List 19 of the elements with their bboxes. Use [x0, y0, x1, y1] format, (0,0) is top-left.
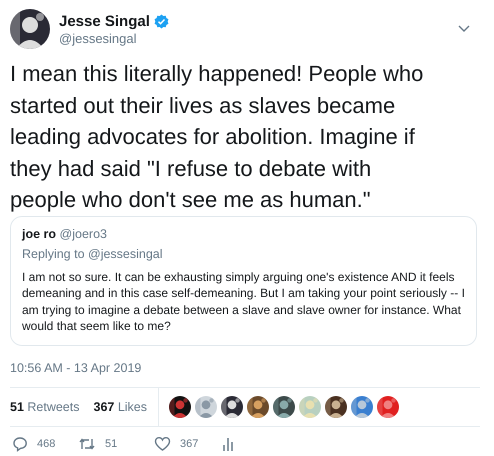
tweet-text: I mean this literally happened! People who started out their lives as slaves became leading advocates for abolition. Imagine if they had said "I refuse to debate with people who don't see me as human."	[10, 60, 424, 214]
quoted-author-handle: @joero3	[60, 226, 107, 240]
reply-icon[interactable]	[12, 436, 28, 452]
replying-to-text: Replying to @jessesingal	[22, 246, 164, 260]
heart-icon[interactable]	[154, 436, 171, 452]
quoted-author-name: joe ro	[22, 226, 56, 240]
timestamp: 10:56 AM - 13 Apr 2019	[10, 360, 142, 374]
author-handle[interactable]: @jessesingal	[59, 30, 449, 46]
author-name[interactable]: Jesse Singal	[59, 12, 150, 30]
action-count: 367	[180, 438, 198, 450]
stat-link[interactable]: 367 Likes	[94, 400, 148, 414]
retweet-icon[interactable]	[78, 436, 96, 452]
action-count: 51	[105, 438, 118, 450]
analytics-icon[interactable]	[222, 436, 234, 452]
chevron-icon[interactable]	[458, 25, 470, 33]
stat-link[interactable]: 51 Retweets	[10, 400, 80, 414]
quoted-tweet-text: I am not so sure. It can be exhausting simply arguing one's existence AND it feels demeaning and in this case self-demeaning. But I am taking your point seriously -- I am trying to imagine a debate between a slave and slave owner for instance. What would that seem like to me?	[22, 268, 465, 334]
quoted-tweet[interactable]	[10, 216, 477, 346]
action-count: 468	[37, 438, 56, 450]
